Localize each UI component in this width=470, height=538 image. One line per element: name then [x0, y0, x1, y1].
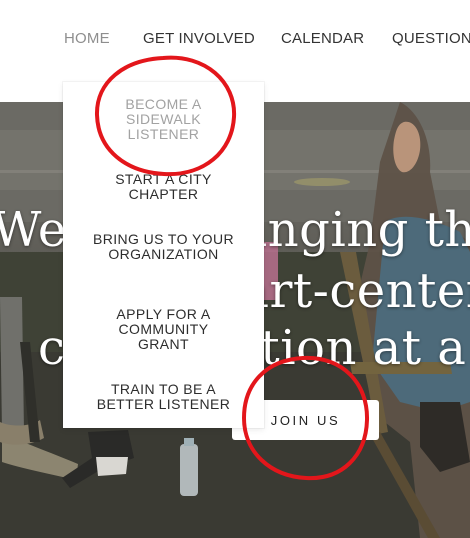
page: We are changing the heart-centered conve…: [0, 0, 470, 538]
dropdown-item-bring-us-to-organization[interactable]: BRING US TO YOUR ORGANIZATION: [63, 232, 264, 262]
dropdown-item-train-better-listener[interactable]: TRAIN TO BE A BETTER LISTENER: [63, 382, 264, 412]
dropdown-item-become-sidewalk-listener[interactable]: BECOME A SIDEWALK LISTENER: [63, 97, 264, 142]
dropdown-item-start-city-chapter[interactable]: START A CITY CHAPTER: [63, 172, 264, 202]
nav-get-involved[interactable]: GET INVOLVED: [143, 30, 255, 47]
nav-questions[interactable]: QUESTIONS: [392, 30, 470, 47]
nav-home[interactable]: HOME: [64, 30, 110, 47]
get-involved-dropdown: BECOME A SIDEWALK LISTENER START A CITY …: [63, 82, 264, 428]
nav-calendar[interactable]: CALENDAR: [281, 30, 364, 47]
dropdown-item-apply-community-grant[interactable]: APPLY FOR A COMMUNITY GRANT: [63, 307, 264, 352]
